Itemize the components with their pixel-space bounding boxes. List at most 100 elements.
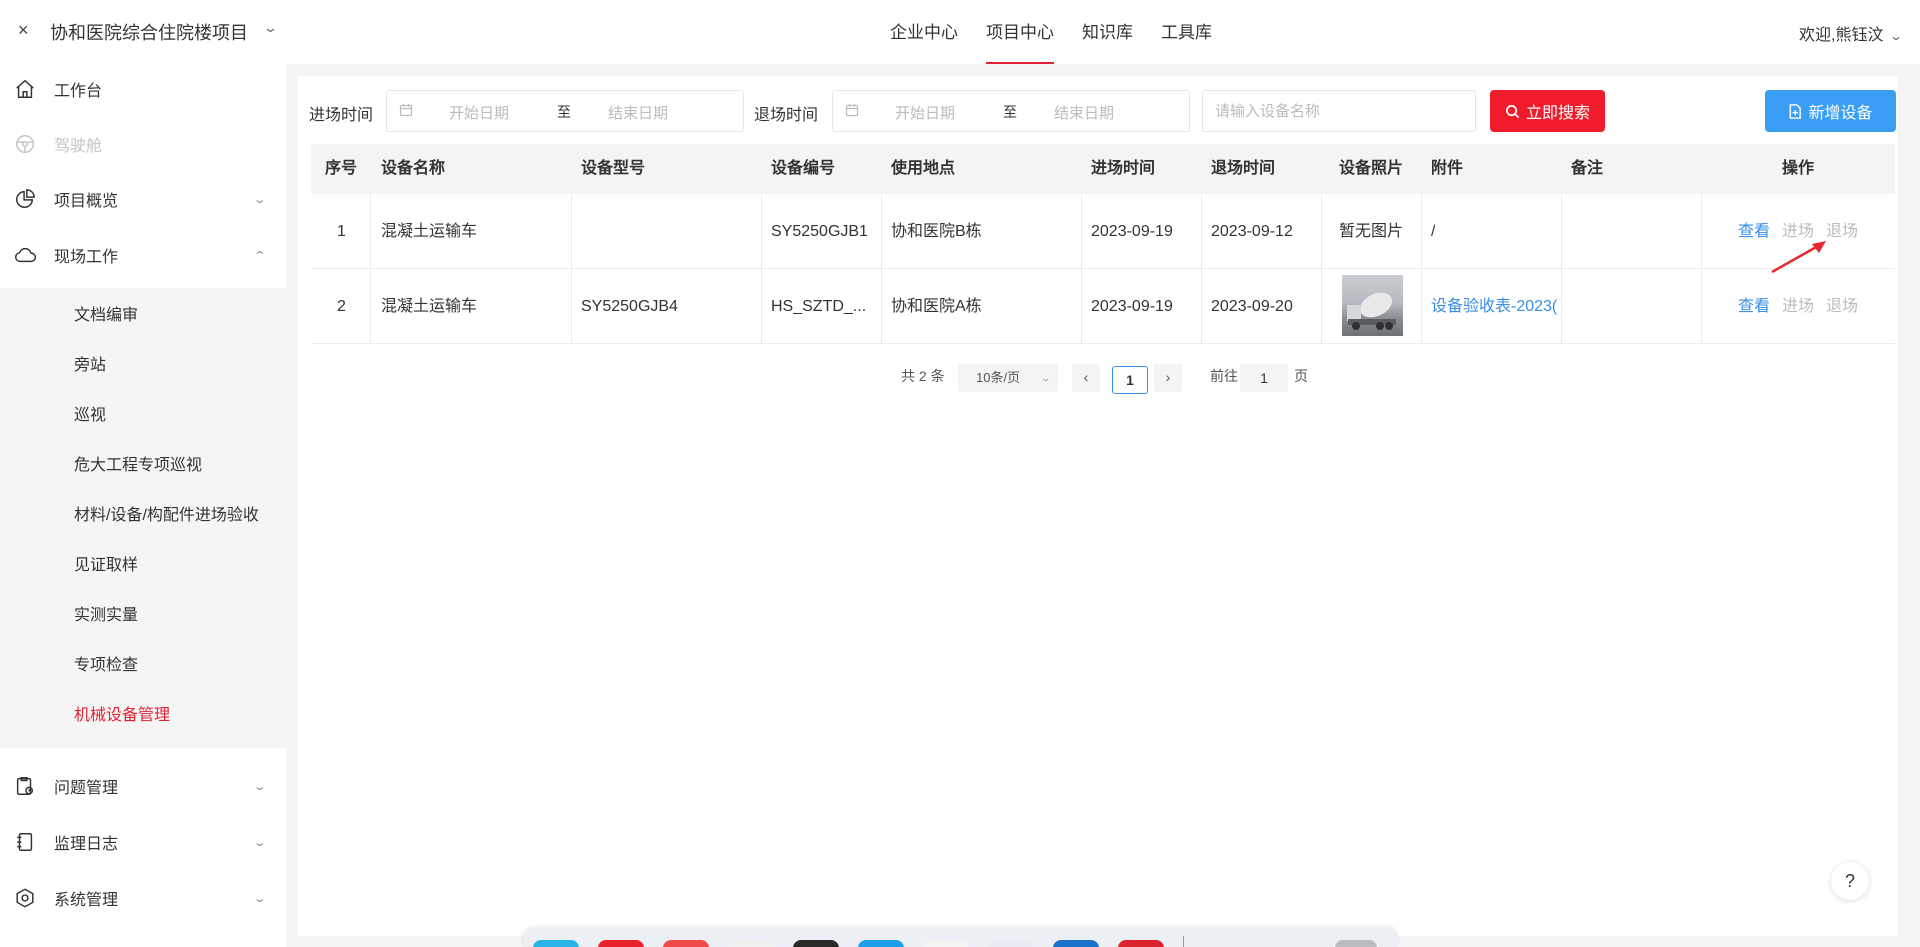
cell-location: 协和医院B栋 [891, 223, 982, 240]
cell-device-name: 混凝土运输车 [381, 298, 478, 315]
col-photo: 设备照片 [1339, 160, 1404, 177]
sidebar-item-label: 工作台 [54, 83, 103, 100]
submenu-machinery-management[interactable]: 机械设备管理 [0, 693, 286, 739]
project-selector[interactable]: 协和医院综合住院楼项目 [50, 19, 248, 45]
exit-time-label: 退场时间 [754, 107, 819, 124]
sidebar-item-workbench[interactable]: 工作台 [0, 64, 286, 114]
attachment-link[interactable]: 设备验收表-2023( [1431, 269, 1559, 344]
app-icon[interactable] [793, 940, 839, 947]
submenu-special-inspection[interactable]: 专项检查 [0, 643, 286, 689]
col-remark: 备注 [1571, 160, 1604, 177]
sidebar-item-label: 监理日志 [54, 836, 119, 853]
search-button[interactable]: 立即搜索 [1490, 90, 1605, 132]
current-page-button[interactable]: 1 [1112, 366, 1148, 394]
entry-button[interactable]: 进场 [1782, 269, 1814, 344]
sidebar-item-label: 驾驶舱 [54, 138, 103, 155]
sidebar-item-project-overview[interactable]: 项目概览 ⌄ [0, 174, 286, 224]
app-icon[interactable] [923, 940, 969, 947]
submenu-measurement[interactable]: 实测实量 [0, 593, 286, 639]
pie-chart-icon [12, 186, 38, 212]
exit-button[interactable]: 退场 [1826, 269, 1858, 344]
entry-end-date[interactable]: 结束日期 [608, 102, 668, 123]
entry-date-range[interactable]: 开始日期 至 结束日期 [386, 90, 744, 132]
page-size-select[interactable]: 10条/页 ⌄ [958, 364, 1058, 392]
chevron-down-icon: ⌄ [252, 892, 267, 905]
app-icon[interactable] [988, 940, 1034, 947]
app-icon[interactable] [858, 940, 904, 947]
device-photo-thumbnail[interactable] [1342, 275, 1403, 336]
steering-wheel-icon [12, 131, 38, 157]
chevron-down-icon: ⌄ [1040, 373, 1052, 383]
sidebar-item-label: 项目概览 [54, 193, 119, 210]
goto-page-input[interactable] [1240, 364, 1288, 392]
calendar-icon [845, 103, 859, 122]
app-icon[interactable] [663, 940, 709, 947]
col-index: 序号 [325, 160, 358, 177]
notebook-icon [12, 829, 38, 855]
submenu-hazard-patrol[interactable]: 危大工程专项巡视 [0, 443, 286, 489]
submenu-witness-sampling[interactable]: 见证取样 [0, 543, 286, 589]
exit-date-range[interactable]: 开始日期 至 结束日期 [832, 90, 1190, 132]
nav-toolbox[interactable]: 工具库 [1161, 0, 1212, 64]
sidebar-item-site-work[interactable]: 现场工作 ⌃ [0, 230, 286, 280]
add-file-icon [1790, 103, 1802, 119]
entry-time-label: 进场时间 [309, 107, 374, 124]
cell-index: 1 [337, 223, 346, 240]
device-name-search-input[interactable] [1202, 90, 1476, 132]
next-page-button[interactable]: › [1154, 364, 1182, 392]
submenu-material-acceptance[interactable]: 材料/设备/构配件进场验收 [0, 493, 286, 539]
view-button[interactable]: 查看 [1738, 269, 1770, 344]
app-icon[interactable] [1118, 940, 1164, 947]
sidebar: 工作台 驾驶舱 项目概览 ⌄ 现场工作 ⌃ 文档编审 旁站 巡视 危大工程专项巡… [0, 64, 286, 947]
nav-project-center[interactable]: 项目中心 [986, 0, 1054, 64]
sidebar-item-issue-management[interactable]: 问题管理 ⌄ [0, 761, 286, 811]
sidebar-item-system-management[interactable]: 系统管理 ⌄ [0, 873, 286, 923]
col-code: 设备编号 [771, 160, 836, 177]
cloud-icon [12, 242, 38, 268]
add-device-button[interactable]: 新增设备 [1765, 90, 1896, 132]
annotation-arrow [1771, 241, 1826, 274]
sidebar-item-supervision-log[interactable]: 监理日志 ⌄ [0, 817, 286, 867]
entry-start-date[interactable]: 开始日期 [449, 102, 509, 123]
table-row: 1 混凝土运输车 SY5250GJB1 协和医院B栋 2023-09-19 20… [311, 194, 1895, 269]
submenu-document-review[interactable]: 文档编审 [0, 293, 286, 339]
welcome-text: 欢迎,熊钰汶 [1799, 27, 1884, 44]
help-button[interactable]: ? [1831, 862, 1869, 900]
chevron-down-icon[interactable]: ⌄ [263, 20, 278, 36]
table-header: 序号 设备名称 设备型号 设备编号 使用地点 进场时间 退场时间 设备照片 附件… [311, 144, 1895, 194]
chevron-up-icon: ⌃ [252, 249, 267, 262]
chevron-down-icon: ⌄ [252, 780, 267, 793]
page-unit-label: 页 [1294, 368, 1308, 384]
nav-knowledge-base[interactable]: 知识库 [1082, 0, 1133, 64]
submenu-side-station[interactable]: 旁站 [0, 343, 286, 389]
goto-label: 前往 [1210, 368, 1238, 384]
sidebar-item-cockpit[interactable]: 驾驶舱 [0, 119, 286, 169]
app-icon[interactable] [533, 940, 579, 947]
cell-model: SY5250GJB4 [581, 298, 678, 315]
prev-page-button[interactable]: ‹ [1072, 364, 1100, 392]
clipboard-icon [12, 773, 38, 799]
close-icon[interactable]: × [18, 20, 29, 41]
exit-end-date[interactable]: 结束日期 [1054, 102, 1114, 123]
submenu-patrol[interactable]: 巡视 [0, 393, 286, 439]
app-icon[interactable] [1053, 940, 1099, 947]
taskbar-dock [523, 928, 1398, 947]
range-separator: 至 [1003, 104, 1017, 120]
col-actions: 操作 [1782, 160, 1815, 177]
user-menu[interactable]: 欢迎,熊钰汶 ⌄ [1799, 21, 1904, 45]
app-icon[interactable] [1335, 940, 1377, 947]
col-model: 设备型号 [581, 160, 646, 177]
cell-code: SY5250GJB1 [771, 223, 868, 240]
cell-code: HS_SZTD_... [771, 298, 867, 315]
app-icon[interactable] [728, 940, 774, 947]
nav-enterprise-center[interactable]: 企业中心 [890, 0, 958, 64]
exit-start-date[interactable]: 开始日期 [895, 102, 955, 123]
top-header: × 协和医院综合住院楼项目 ⌄ 企业中心 项目中心 知识库 工具库 欢迎,熊钰汶… [0, 0, 1920, 64]
col-device-name: 设备名称 [381, 160, 446, 177]
app-icon[interactable] [598, 940, 644, 947]
cell-index: 2 [337, 298, 346, 315]
cell-photo-none: 暂无图片 [1339, 223, 1404, 240]
col-entry-time: 进场时间 [1091, 160, 1156, 177]
view-button[interactable]: 查看 [1738, 194, 1770, 269]
pagination-total: 共 2 条 [901, 368, 945, 384]
